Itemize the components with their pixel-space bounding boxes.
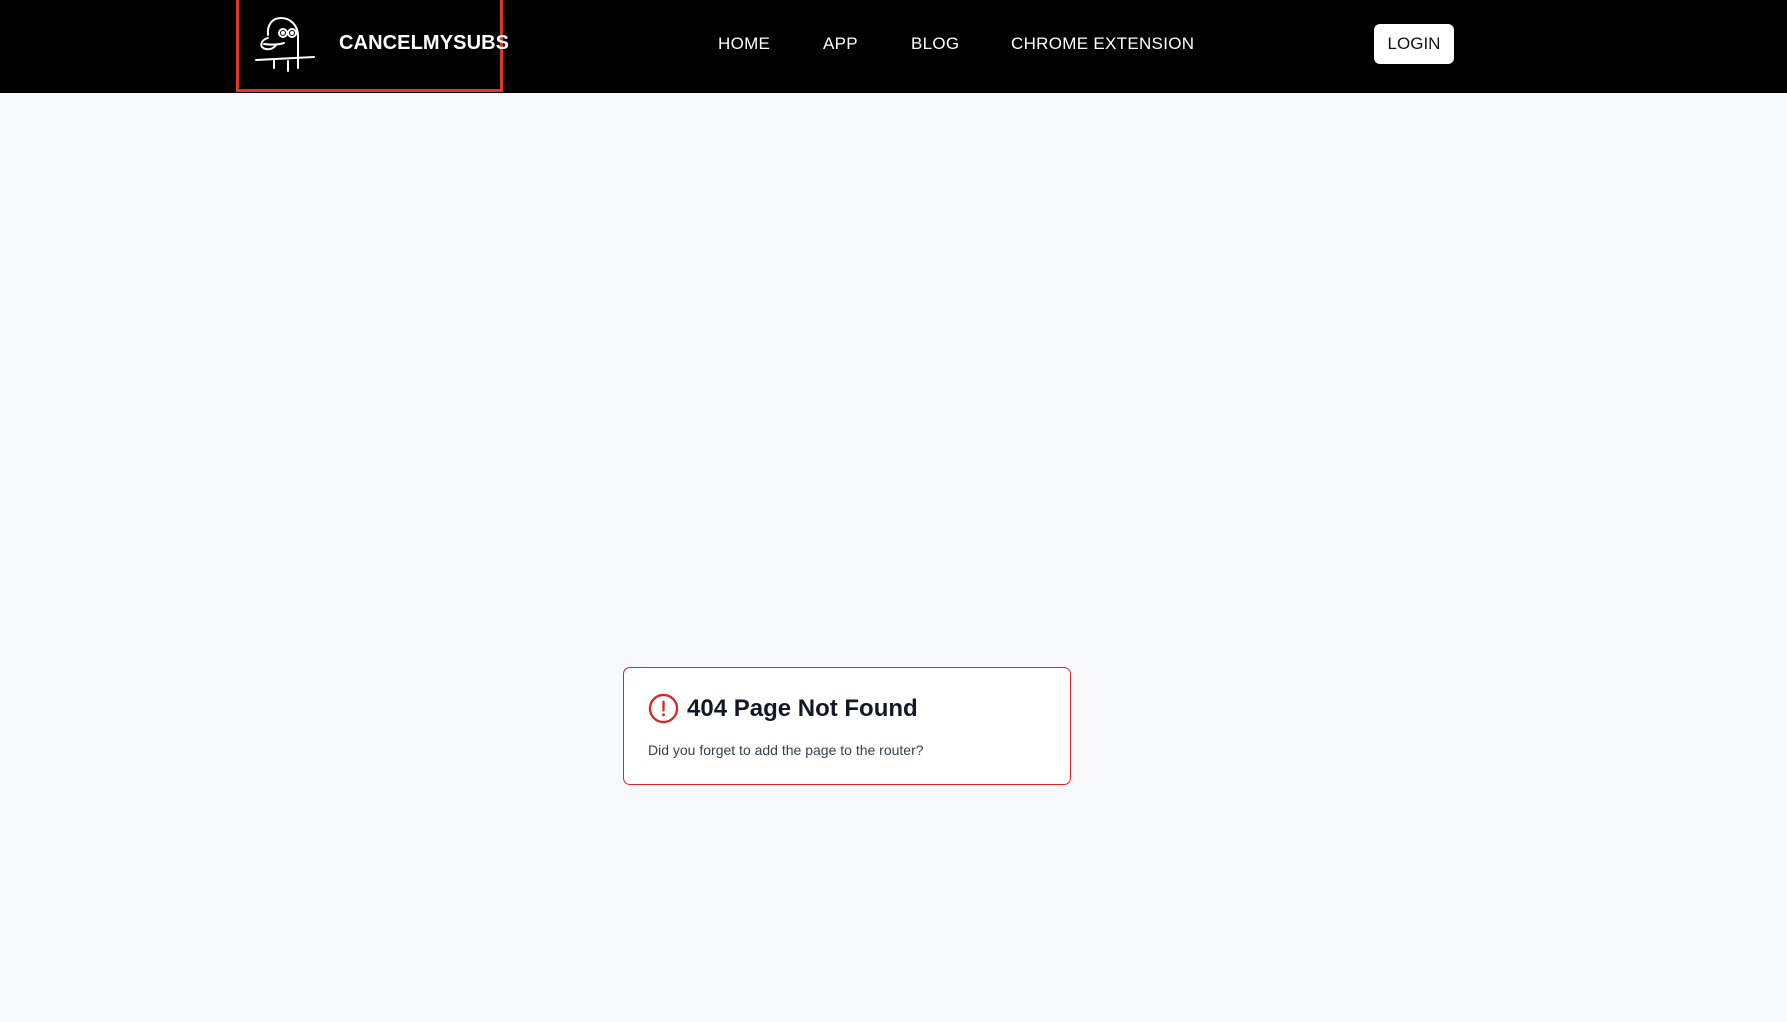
exclamation-circle-icon — [648, 693, 679, 724]
cartoon-face-logo-icon — [255, 17, 315, 72]
nav-link-chrome-extension[interactable]: CHROME EXTENSION — [1011, 34, 1194, 54]
top-navbar: CANCELMYSUBS HOME APP BLOG CHROME EXTENS… — [0, 0, 1787, 93]
brand-home-link[interactable]: CANCELMYSUBS — [236, 0, 509, 92]
error-title: 404 Page Not Found — [687, 695, 918, 722]
error-description: Did you forget to add the page to the ro… — [648, 742, 924, 758]
nav-link-blog[interactable]: BLOG — [911, 34, 959, 54]
login-button[interactable]: LOGIN — [1374, 24, 1454, 64]
brand-name: CANCELMYSUBS — [339, 32, 510, 54]
nav-link-home[interactable]: HOME — [718, 34, 770, 54]
nav-link-app[interactable]: APP — [823, 34, 858, 54]
error-card: 404 Page Not Found Did you forget to add… — [623, 667, 1071, 785]
